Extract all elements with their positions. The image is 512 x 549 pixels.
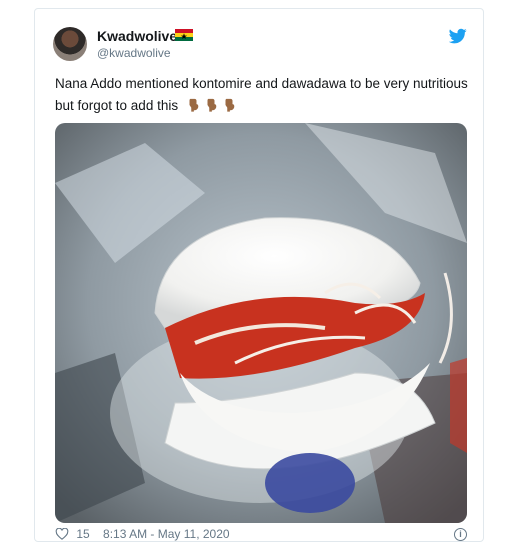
like-count: 15 bbox=[76, 527, 90, 541]
display-name[interactable]: Kwadwolive bbox=[97, 28, 177, 44]
avatar[interactable] bbox=[53, 27, 87, 61]
heart-icon[interactable] bbox=[55, 528, 69, 540]
point-down-emoji-icon bbox=[207, 98, 217, 112]
point-down-emoji-icon bbox=[189, 98, 199, 112]
tweet-text: Nana Addo mentioned kontomire and dawada… bbox=[55, 73, 471, 117]
twitter-bird-icon[interactable] bbox=[449, 27, 467, 45]
tweet-footer: 15 8:13 AM - May 11, 2020 i bbox=[55, 527, 467, 545]
info-icon[interactable]: i bbox=[454, 528, 467, 541]
tweet-text-content: Nana Addo mentioned kontomire and dawada… bbox=[55, 76, 468, 113]
tweet-photo[interactable] bbox=[55, 123, 467, 523]
timestamp[interactable]: 8:13 AM - May 11, 2020 bbox=[103, 527, 230, 541]
tweet-card: Kwadwolive @kwadwolive Nana Addo mention… bbox=[34, 8, 484, 542]
ghana-flag-icon bbox=[175, 29, 193, 41]
point-down-emoji-icon bbox=[225, 98, 235, 112]
handle[interactable]: @kwadwolive bbox=[97, 46, 171, 60]
